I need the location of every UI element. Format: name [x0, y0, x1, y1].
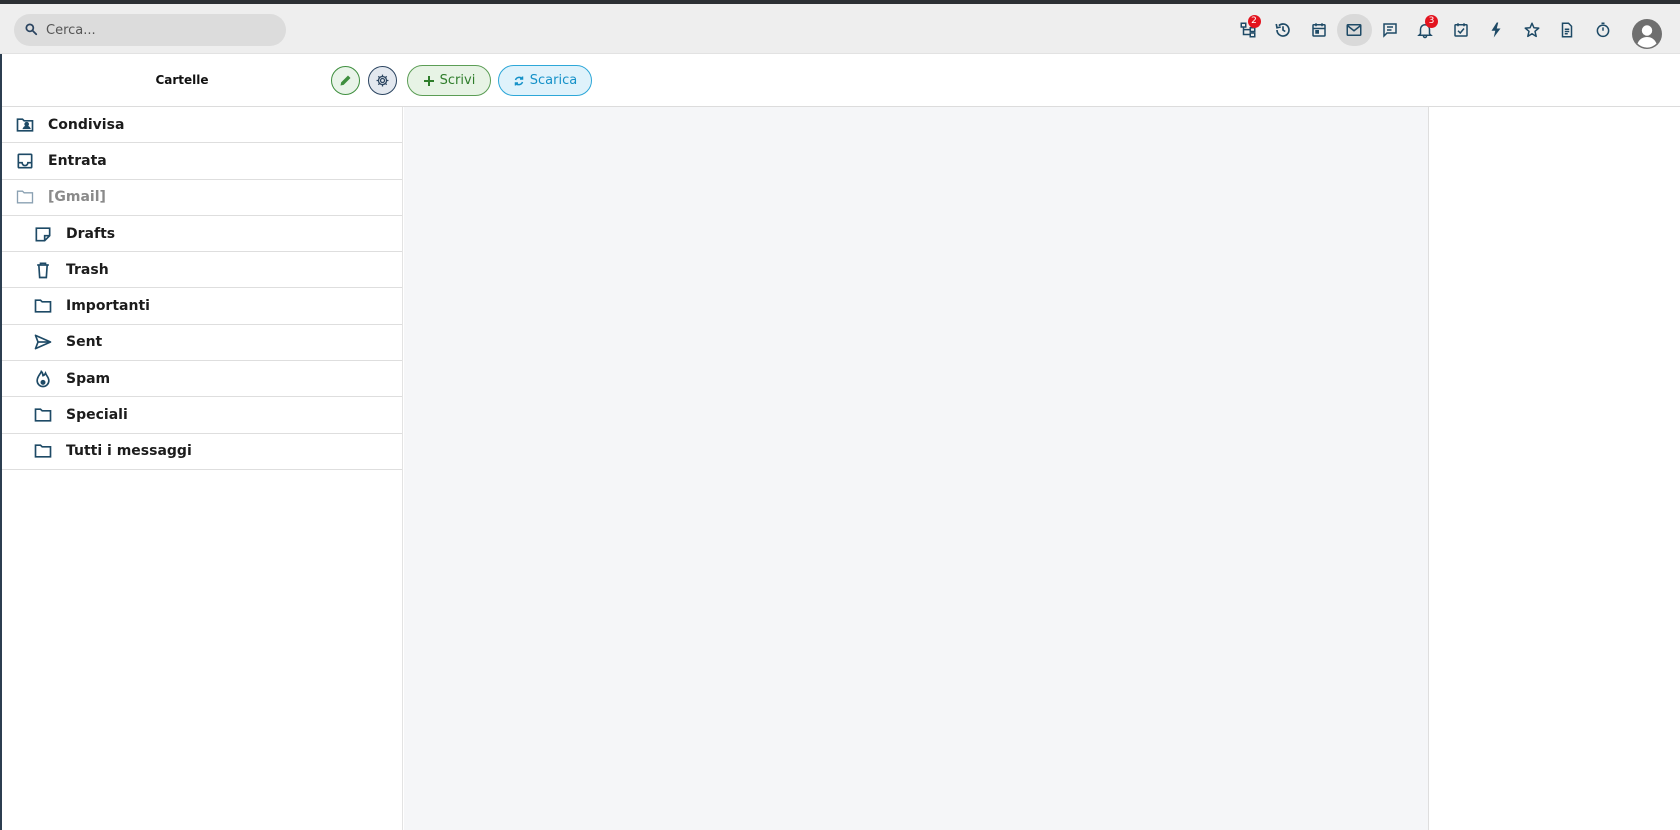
bell-icon[interactable]: 3 — [1408, 14, 1444, 46]
folder-icon — [15, 187, 35, 207]
search-input[interactable] — [46, 22, 266, 38]
user-avatar[interactable] — [1632, 19, 1662, 49]
folder-label: Condivisa — [48, 116, 125, 133]
calendar-icon[interactable] — [1301, 14, 1337, 46]
folder-label: Importanti — [66, 298, 150, 315]
draft-icon — [33, 224, 53, 244]
pencil-icon — [340, 75, 351, 86]
folder-label: Spam — [66, 370, 111, 387]
folder-label: Sent — [66, 334, 103, 351]
send-icon — [33, 332, 53, 352]
write-button-label: Scrivi — [439, 73, 476, 88]
lightning-icon[interactable] — [1479, 14, 1515, 46]
chat-icon[interactable] — [1372, 14, 1408, 46]
folder-item-condivisa[interactable]: Condivisa — [2, 107, 402, 144]
inbox-icon — [15, 151, 35, 171]
plus-icon — [423, 75, 434, 86]
download-button[interactable]: Scarica — [498, 65, 592, 96]
folder-sidebar: Condivisa Entrata [Gmail] Drafts Trash I… — [2, 107, 403, 830]
message-list-pane — [404, 107, 1429, 830]
folder-item-spam[interactable]: Spam — [2, 361, 402, 398]
folder-item-sent[interactable]: Sent — [2, 325, 402, 362]
folder-label: Entrata — [48, 152, 107, 169]
folder-item-speciali[interactable]: Speciali — [2, 397, 402, 434]
folder-label: [Gmail] — [48, 189, 106, 206]
folder-item-importanti[interactable]: Importanti — [2, 288, 402, 325]
folder-item-drafts[interactable]: Drafts — [2, 216, 402, 253]
spam-icon — [33, 369, 53, 389]
org-chart-badge: 2 — [1247, 15, 1261, 28]
org-chart-icon[interactable]: 2 — [1230, 14, 1266, 46]
shared-folder-icon — [15, 115, 35, 135]
search-icon — [24, 21, 38, 40]
download-button-label: Scarica — [529, 73, 578, 88]
mail-icon[interactable] — [1336, 14, 1372, 46]
search-box[interactable] — [14, 14, 286, 46]
folder-icon — [33, 441, 53, 461]
folder-icon — [33, 405, 53, 425]
write-button[interactable]: Scrivi — [407, 65, 491, 96]
folder-label: Tutti i messaggi — [66, 443, 192, 460]
task-check-icon[interactable] — [1443, 14, 1479, 46]
mail-settings-button[interactable] — [368, 66, 397, 95]
gear-icon — [376, 74, 389, 87]
folder-item-tutti-i-messaggi[interactable]: Tutti i messaggi — [2, 434, 402, 470]
bell-badge: 3 — [1425, 15, 1438, 28]
history-icon[interactable] — [1266, 14, 1302, 46]
mail-toolbar: Cartelle Scrivi Scarica — [0, 55, 1680, 107]
sync-icon — [514, 76, 524, 85]
folder-label: Drafts — [66, 225, 116, 242]
folder-icon — [33, 296, 53, 316]
star-icon[interactable] — [1514, 14, 1550, 46]
edit-folders-button[interactable] — [331, 66, 360, 95]
top-icon-bar: 2 3 — [1230, 14, 1621, 46]
folder-item-entrata[interactable]: Entrata — [2, 143, 402, 180]
folders-title: Cartelle — [155, 73, 209, 87]
folder-item-gmail[interactable]: [Gmail] — [2, 180, 402, 216]
message-preview-pane — [1430, 107, 1680, 830]
stopwatch-icon[interactable] — [1585, 14, 1621, 46]
document-icon[interactable] — [1550, 14, 1586, 46]
folder-label: Trash — [66, 261, 109, 278]
folder-item-trash[interactable]: Trash — [2, 252, 402, 289]
trash-icon — [33, 260, 53, 280]
top-bar: 2 3 — [0, 4, 1680, 54]
folder-label: Speciali — [66, 407, 128, 424]
